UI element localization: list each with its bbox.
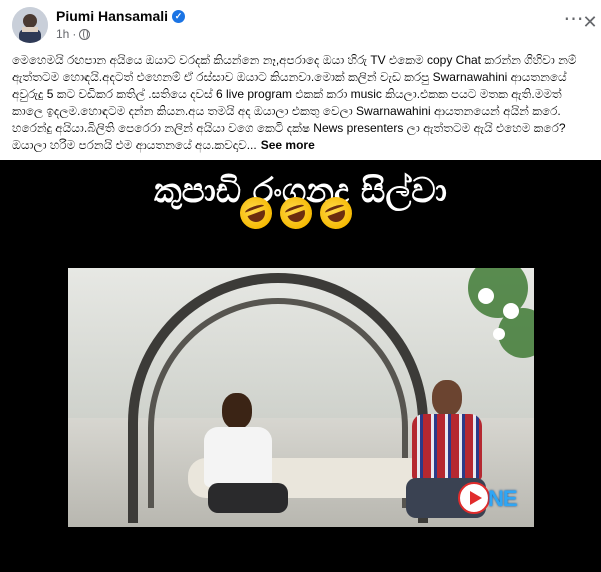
person-left	[198, 393, 288, 523]
person-left-shirt	[204, 427, 272, 487]
post-time[interactable]: 1h	[56, 27, 69, 41]
close-button[interactable]: ✕	[578, 8, 601, 36]
public-globe-icon	[79, 28, 91, 40]
emoji-row	[235, 192, 380, 237]
person-right-head	[432, 380, 462, 416]
author-avatar[interactable]	[12, 7, 48, 43]
post-video[interactable]: කුපාඩි රංගනද සිල්වා NE	[0, 160, 601, 572]
rolling-on-floor-laughing-icon	[275, 192, 317, 234]
person-left-head	[222, 393, 252, 429]
person-right-shirt	[412, 414, 482, 480]
person-left-legs	[208, 483, 288, 513]
flower-decoration	[478, 288, 494, 304]
flower-decoration	[503, 303, 519, 319]
author-name-row: Piumi Hansamali ✓	[56, 8, 186, 24]
post-header: Piumi Hansamali ✓ 1h · ⋯ ✕	[0, 0, 601, 46]
channel-logo-text: NE	[488, 486, 518, 511]
flower-decoration	[493, 328, 505, 340]
avatar-image	[12, 7, 48, 43]
author-name[interactable]: Piumi Hansamali	[56, 8, 168, 24]
play-circle-icon	[458, 482, 490, 514]
rolling-on-floor-laughing-icon	[235, 192, 277, 234]
channel-logo: NE	[458, 478, 524, 522]
meta-separator: ·	[72, 27, 77, 41]
post-meta: 1h ·	[56, 27, 91, 41]
rolling-on-floor-laughing-icon	[315, 192, 357, 234]
facebook-post: Piumi Hansamali ✓ 1h · ⋯ ✕ මෙහෙමයි රඟපාන…	[0, 0, 601, 572]
post-body: මෙහෙමයි රඟපාන අයියෙ ඔයාට වරදක් කියන්නෙ න…	[12, 52, 590, 154]
see-more-link[interactable]: See more	[261, 138, 315, 152]
verified-badge-icon: ✓	[172, 9, 186, 23]
